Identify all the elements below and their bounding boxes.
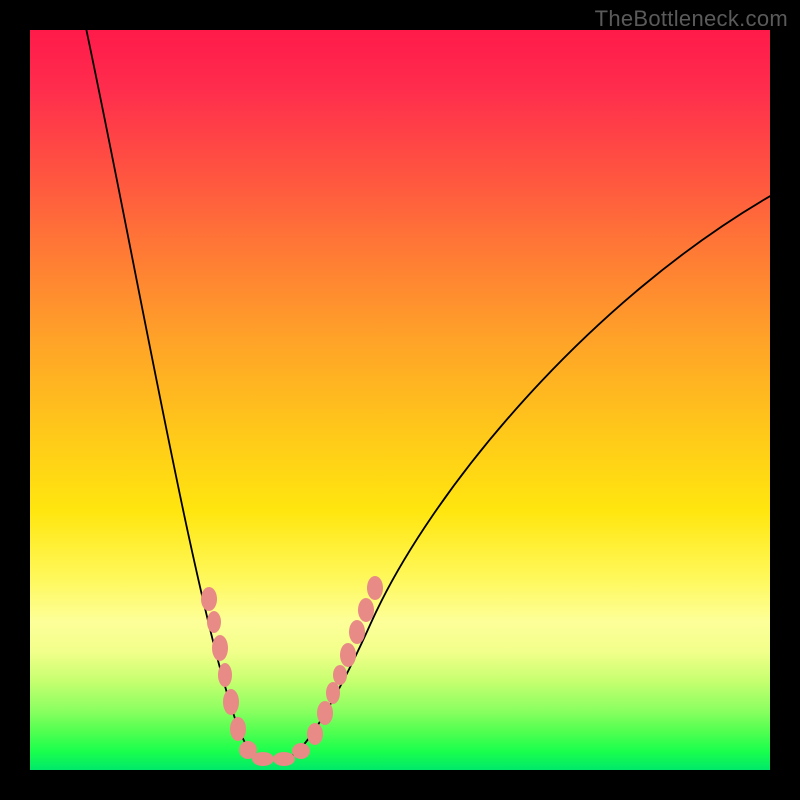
scatter-dot — [212, 635, 228, 661]
scatter-dot — [218, 663, 232, 687]
scatter-dot — [367, 576, 383, 600]
scatter-dot — [292, 743, 310, 759]
scatter-dot — [252, 752, 274, 766]
bottleneck-curve — [80, 30, 770, 760]
plot-area — [30, 30, 770, 770]
scatter-dot — [333, 665, 347, 685]
scatter-dots-group — [201, 576, 383, 766]
scatter-dot — [326, 682, 340, 704]
watermark-text: TheBottleneck.com — [595, 6, 788, 32]
scatter-dot — [349, 620, 365, 644]
scatter-dot — [207, 611, 221, 633]
scatter-dot — [317, 701, 333, 725]
scatter-dot — [230, 717, 246, 741]
chart-svg — [30, 30, 770, 770]
scatter-dot — [201, 587, 217, 611]
scatter-dot — [358, 598, 374, 622]
scatter-dot — [307, 723, 323, 745]
scatter-dot — [340, 643, 356, 667]
scatter-dot — [223, 689, 239, 715]
scatter-dot — [273, 752, 295, 766]
